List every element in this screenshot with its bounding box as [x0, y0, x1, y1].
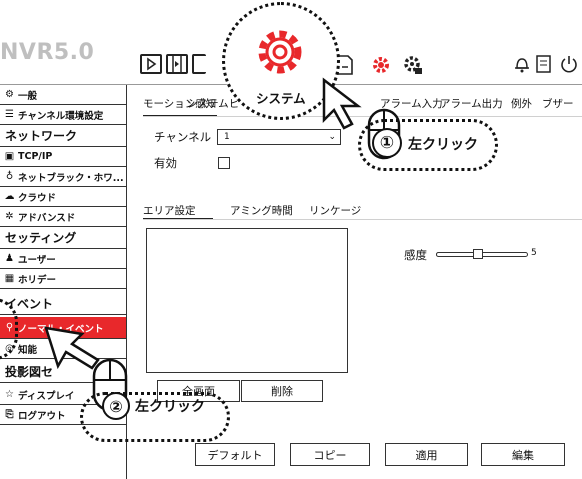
power-icon[interactable]	[560, 54, 578, 74]
delete-button[interactable]: 削除	[241, 380, 323, 402]
sidebar-header-settings: セッティング	[0, 227, 126, 249]
motion-area-canvas[interactable]	[146, 228, 348, 373]
sensitivity-label: 感度	[404, 248, 427, 262]
enable-label: 有効	[154, 156, 177, 170]
slider-thumb[interactable]	[473, 249, 483, 259]
star-icon: ☆	[5, 389, 14, 400]
subtab-area-settings[interactable]: エリア設定	[143, 203, 196, 218]
sliders-icon: ☰	[5, 109, 14, 120]
tab-alarm-output[interactable]: アラーム出力	[440, 96, 503, 111]
step2-number: ②	[102, 392, 130, 420]
system-gear-icon[interactable]	[250, 22, 310, 82]
sidebar-item-users[interactable]: ♟ ユーザー	[0, 249, 126, 269]
chevron-down-icon: ⌄	[328, 132, 336, 142]
cursor-arrow-icon	[318, 76, 368, 132]
config-gear-icon[interactable]	[402, 54, 424, 74]
playback-icon[interactable]	[140, 54, 162, 74]
red-gear-icon[interactable]	[370, 54, 392, 74]
sidebar-item-blacklist[interactable]: ♁ ネットブラック・ホワ...	[0, 167, 126, 187]
video-clip-icon[interactable]	[166, 54, 188, 74]
export-icon[interactable]	[192, 54, 206, 74]
sensitivity-value: 5	[531, 248, 537, 258]
users-icon: ♟	[5, 253, 14, 264]
advanced-gear-icon: ✲	[5, 211, 14, 222]
enable-checkbox[interactable]	[218, 157, 230, 169]
slider-fill	[436, 252, 478, 257]
sidebar-item-cloud[interactable]: ☁ クラウド	[0, 187, 126, 207]
edit-button[interactable]: 編集	[481, 443, 565, 466]
sidebar-item-holiday[interactable]: ▦ ホリデー	[0, 269, 126, 289]
log-icon[interactable]	[535, 54, 553, 74]
network-icon: ▣	[4, 151, 15, 162]
logout-icon: ⎘	[5, 409, 14, 420]
sensitivity-slider[interactable]	[436, 249, 528, 259]
sidebar-item-general[interactable]: ⚙ 一般	[0, 85, 126, 105]
gear-icon: ⚙	[5, 89, 14, 100]
sidebar-header-event: イベント	[0, 293, 126, 315]
sidebar-item-channel-settings[interactable]: ☰ チャンネル環境設定	[0, 105, 126, 125]
tab-buzzer[interactable]: ブザー	[542, 96, 574, 111]
calendar-icon: ▦	[4, 273, 15, 284]
filter-icon: ♁	[5, 171, 14, 182]
apply-button[interactable]: 適用	[385, 443, 468, 466]
step2-label: 左クリック	[135, 399, 205, 415]
sidebar-item-advanced[interactable]: ✲ アドバンスド	[0, 207, 126, 227]
app-logo: NVR5.0	[0, 40, 95, 65]
subtab-linkage[interactable]: リンケージ	[309, 203, 361, 218]
sidebar-item-tcpip[interactable]: ▣ TCP/IP	[0, 147, 126, 167]
cloud-icon: ☁	[4, 191, 15, 202]
system-annotation-label: システム	[256, 91, 306, 106]
subtabs-divider	[143, 219, 582, 220]
tab-exception[interactable]: 例外	[511, 96, 532, 111]
alarm-bell-icon[interactable]	[513, 54, 531, 74]
step1-number: ①	[372, 128, 402, 158]
subtab-arming-schedule[interactable]: アミング時間	[230, 203, 293, 218]
copy-button[interactable]: コピー	[290, 443, 370, 466]
default-button[interactable]: デフォルト	[195, 443, 275, 466]
sidebar-header-network: ネットワーク	[0, 125, 126, 147]
channel-label: チャンネル	[154, 130, 212, 144]
step1-label: 左クリック	[408, 137, 478, 153]
tab-system[interactable]: システム	[187, 96, 229, 111]
